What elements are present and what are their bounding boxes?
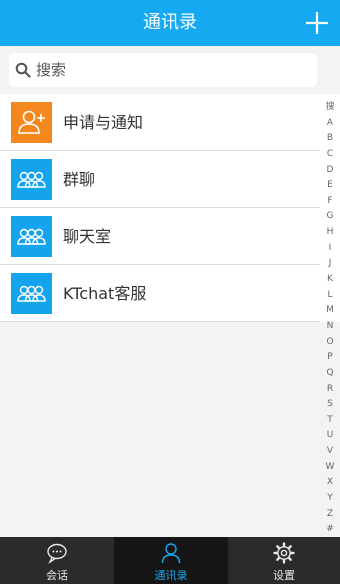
search-input[interactable] <box>36 53 306 87</box>
index-letter[interactable]: B <box>320 131 340 147</box>
index-letter[interactable]: R <box>320 382 340 398</box>
tab-label: 设置 <box>273 569 295 582</box>
index-letter[interactable]: 搜 <box>320 100 340 116</box>
list-item-label: 聊天室 <box>63 227 112 246</box>
index-letter[interactable]: Z <box>320 507 340 523</box>
group-icon <box>11 159 52 200</box>
index-letter[interactable]: E <box>320 178 340 194</box>
header-bar: 通讯录 <box>0 0 340 46</box>
alphabet-index[interactable]: 搜 A B C D E F G H I J K L M N O P Q R S … <box>320 100 340 536</box>
index-letter[interactable]: A <box>320 116 340 132</box>
gear-icon <box>273 542 295 564</box>
page-title: 通讯录 <box>143 12 197 33</box>
list-item-support[interactable]: KTchat客服 <box>0 265 320 322</box>
tab-conversations[interactable]: 会话 <box>0 537 114 584</box>
list-item-chatroom[interactable]: 聊天室 <box>0 208 320 265</box>
contact-list: 申请与通知 群聊 聊天室 KTchat客服 <box>0 94 340 322</box>
person-icon <box>161 543 181 564</box>
add-icon[interactable] <box>302 8 332 38</box>
tab-label: 会话 <box>46 569 68 582</box>
list-item-label: 群聊 <box>63 170 96 189</box>
group-icon <box>11 216 52 257</box>
index-letter[interactable]: O <box>320 335 340 351</box>
index-letter[interactable]: # <box>320 522 340 538</box>
tab-contacts[interactable]: 通讯录 <box>114 537 228 584</box>
add-user-icon <box>11 102 52 143</box>
index-letter[interactable]: S <box>320 397 340 413</box>
index-letter[interactable]: Q <box>320 366 340 382</box>
group-icon <box>11 273 52 314</box>
index-letter[interactable]: P <box>320 350 340 366</box>
bottom-tab-bar: 会话 通讯录 设置 <box>0 537 340 584</box>
index-letter[interactable]: H <box>320 225 340 241</box>
index-letter[interactable]: Y <box>320 491 340 507</box>
index-letter[interactable]: I <box>320 241 340 257</box>
tab-settings[interactable]: 设置 <box>228 537 340 584</box>
list-item-requests[interactable]: 申请与通知 <box>0 94 320 151</box>
index-letter[interactable]: K <box>320 272 340 288</box>
index-letter[interactable]: U <box>320 428 340 444</box>
index-letter[interactable]: L <box>320 288 340 304</box>
index-letter[interactable]: D <box>320 163 340 179</box>
index-letter[interactable]: W <box>320 460 340 476</box>
search-bar <box>0 46 340 94</box>
search-icon <box>15 62 31 78</box>
tab-label: 通讯录 <box>154 569 188 582</box>
search-box[interactable] <box>9 53 317 87</box>
index-letter[interactable]: C <box>320 147 340 163</box>
list-item-group-chat[interactable]: 群聊 <box>0 151 320 208</box>
index-letter[interactable]: N <box>320 319 340 335</box>
list-item-label: 申请与通知 <box>63 113 144 132</box>
index-letter[interactable]: M <box>320 303 340 319</box>
list-item-label: KTchat客服 <box>63 284 147 303</box>
index-letter[interactable]: X <box>320 475 340 491</box>
index-letter[interactable]: F <box>320 194 340 210</box>
index-letter[interactable]: T <box>320 413 340 429</box>
index-letter[interactable]: G <box>320 209 340 225</box>
index-letter[interactable]: V <box>320 444 340 460</box>
index-letter[interactable]: J <box>320 256 340 272</box>
chat-icon <box>47 543 67 564</box>
